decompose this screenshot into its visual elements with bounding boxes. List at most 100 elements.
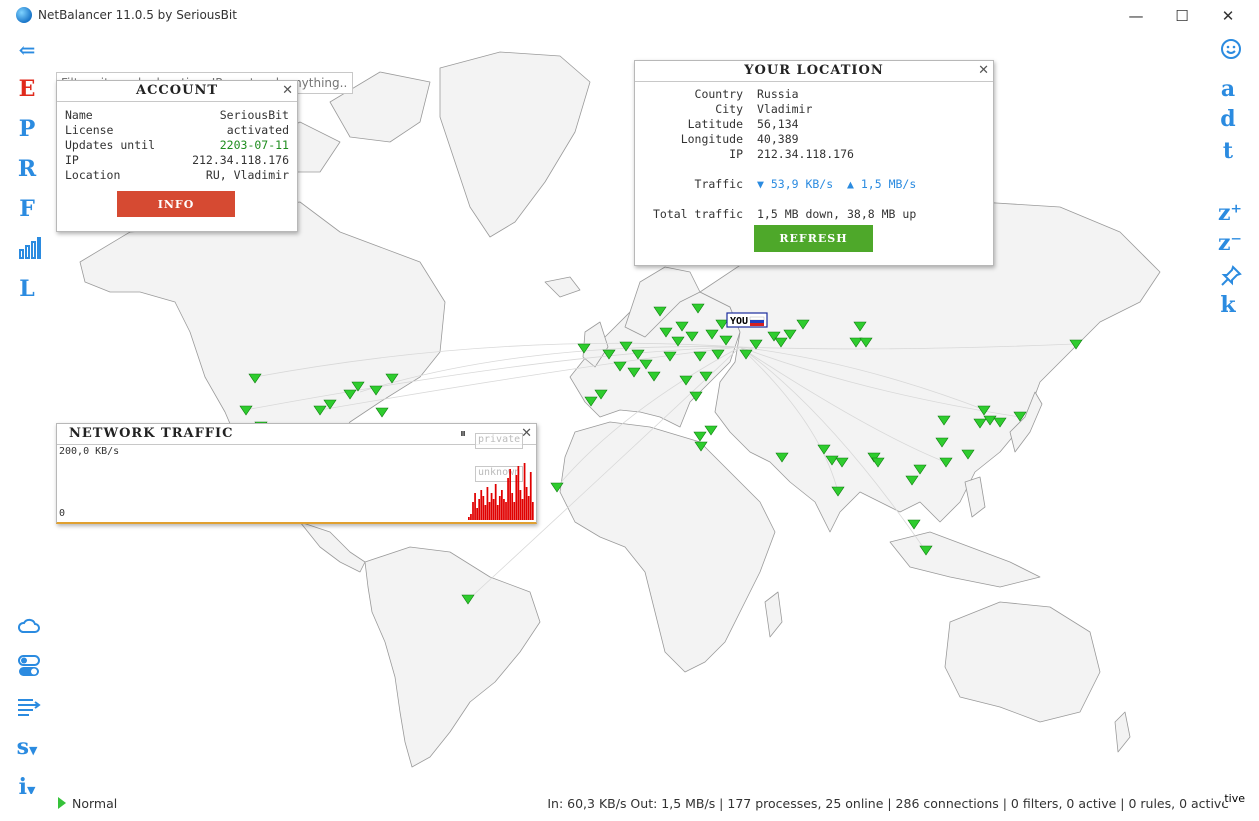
traffic-bar xyxy=(474,493,476,520)
traffic-bar xyxy=(488,502,491,520)
sidebar-item-d[interactable]: d xyxy=(1213,106,1243,132)
minimize-button[interactable]: — xyxy=(1113,0,1159,32)
traffic-bar xyxy=(505,502,507,520)
traffic-bar xyxy=(472,502,474,520)
traffic-bar xyxy=(484,505,487,520)
traffic-bar xyxy=(529,472,532,520)
your-location-panel: YOUR LOCATION ✕ Country Russia City Vlad… xyxy=(634,60,994,266)
back-button[interactable]: ⇐ xyxy=(12,38,42,62)
location-key: Longitude xyxy=(680,132,743,146)
connection-marker xyxy=(375,407,389,418)
sidebar-item-k[interactable]: k xyxy=(1213,292,1243,318)
location-key: Latitude xyxy=(687,117,743,131)
traffic-up: ▲ 1,5 MB/s xyxy=(847,177,917,191)
status-bar: Normal In: 60,3 KB/s Out: 1,5 MB/s | 177… xyxy=(0,792,1259,821)
traffic-bar xyxy=(519,490,522,520)
account-row-license: License activated xyxy=(65,123,289,138)
traffic-bar xyxy=(523,463,526,520)
app-window: NetBalancer 11.0.5 by SeriousBit — ☐ ✕ Y… xyxy=(0,0,1259,821)
location-key: Country xyxy=(694,87,743,101)
location-row-ip: IP 212.34.118.176 xyxy=(635,147,985,162)
chevron-down-icon: ▼ xyxy=(28,744,38,757)
traffic-bar xyxy=(498,496,501,520)
traffic-bar xyxy=(509,469,511,520)
bar-chart-icon[interactable] xyxy=(14,236,44,260)
y-max-label: 200,0 KB/s xyxy=(59,446,120,457)
sidebar-item-p[interactable]: P xyxy=(12,116,42,142)
list-arrow-icon[interactable] xyxy=(14,694,44,718)
sidebar-item-a[interactable]: a xyxy=(1213,76,1243,102)
close-window-button[interactable]: ✕ xyxy=(1205,0,1251,32)
account-value: SeriousBit xyxy=(219,108,289,122)
status-tail: tive xyxy=(1224,792,1245,805)
account-key: Name xyxy=(65,108,93,122)
traffic-bar xyxy=(521,499,524,520)
account-panel: ACCOUNT ✕ Name SeriousBit License activa… xyxy=(56,80,298,232)
location-row-country: Country Russia xyxy=(635,87,985,102)
location-row-latitude: Latitude 56,134 xyxy=(635,117,985,132)
location-row-total: Total traffic 1,5 MB down, 38,8 MB up xyxy=(635,207,985,222)
total-traffic-label: Total traffic xyxy=(652,207,743,221)
info-button[interactable]: INFO xyxy=(117,191,235,217)
pin-icon[interactable] xyxy=(1216,264,1246,288)
account-key: Location xyxy=(65,168,121,182)
location-row-city: City Vladimir xyxy=(635,102,985,117)
location-key: IP xyxy=(729,147,743,161)
mode-label[interactable]: Normal xyxy=(72,796,117,811)
your-location-close-icon[interactable]: ✕ xyxy=(978,63,989,78)
new-zealand-shape xyxy=(1114,711,1131,753)
zoom-out-button[interactable]: z⁻ xyxy=(1215,230,1245,256)
sidebar-item-r[interactable]: R xyxy=(12,156,42,182)
connection-marker xyxy=(704,425,718,436)
traffic-bar xyxy=(486,487,489,520)
location-value: 56,134 xyxy=(757,117,799,131)
account-value: 212.34.118.176 xyxy=(192,153,289,167)
sidebar-item-e[interactable]: E xyxy=(12,76,42,102)
sidebar-item-s[interactable]: s▼ xyxy=(12,734,42,760)
sidebar-item-f[interactable]: F xyxy=(12,196,42,222)
network-traffic-panel: NETWORK TRAFFIC ⏸ ✕ private unknown 200,… xyxy=(56,423,537,524)
window-title: NetBalancer 11.0.5 by SeriousBit xyxy=(38,8,237,22)
connection-marker xyxy=(907,519,921,530)
y-min-label: 0 xyxy=(59,508,66,519)
account-value: 2203-07-11 xyxy=(219,138,289,152)
location-row-traffic: Traffic ▼ 53,9 KB/s ▲ 1,5 MB/s xyxy=(635,177,985,192)
traffic-rates: ▼ 53,9 KB/s ▲ 1,5 MB/s xyxy=(757,177,916,191)
africa-shape xyxy=(559,421,776,673)
account-key: Updates until xyxy=(65,138,156,152)
traffic-down: ▼ 53,9 KB/s xyxy=(757,177,834,191)
globe-icon xyxy=(16,7,32,23)
smiley-icon[interactable] xyxy=(1216,37,1246,61)
account-value: RU, Vladimir xyxy=(205,168,289,182)
traffic-bar xyxy=(478,499,481,520)
traffic-bar xyxy=(482,496,485,520)
maximize-button[interactable]: ☐ xyxy=(1159,0,1205,32)
zoom-in-button[interactable]: z⁺ xyxy=(1215,200,1245,226)
pause-button[interactable]: ⏸ xyxy=(460,426,466,441)
traffic-bar xyxy=(503,499,505,520)
account-value: activated xyxy=(226,123,289,137)
traffic-bar xyxy=(480,490,483,520)
traffic-bar xyxy=(492,499,495,520)
sidebar-item-t[interactable]: t xyxy=(1213,138,1243,164)
sidebar-item-l[interactable]: L xyxy=(12,276,42,302)
traffic-bar xyxy=(490,493,493,520)
location-value: 40,389 xyxy=(757,132,799,146)
account-row-location: Location RU, Vladimir xyxy=(65,168,289,183)
account-key: IP xyxy=(65,153,79,167)
indonesia-shape xyxy=(889,531,1041,588)
traffic-bar xyxy=(513,502,516,520)
traffic-bar xyxy=(515,475,518,520)
refresh-button[interactable]: REFRESH xyxy=(754,225,873,252)
traffic-bar xyxy=(468,517,470,520)
iceland-shape xyxy=(544,276,581,298)
toggle-icon[interactable] xyxy=(14,654,44,678)
cloud-icon[interactable] xyxy=(14,614,44,638)
world-map[interactable]: YOU ⇐ E P R F L xyxy=(0,32,1259,800)
status-summary: In: 60,3 KB/s Out: 1,5 MB/s | 177 proces… xyxy=(547,796,1229,811)
play-icon xyxy=(58,797,66,809)
traffic-bar xyxy=(476,508,478,520)
account-close-icon[interactable]: ✕ xyxy=(282,83,293,98)
connection-marker xyxy=(693,431,707,442)
south-america-shape xyxy=(364,546,541,768)
